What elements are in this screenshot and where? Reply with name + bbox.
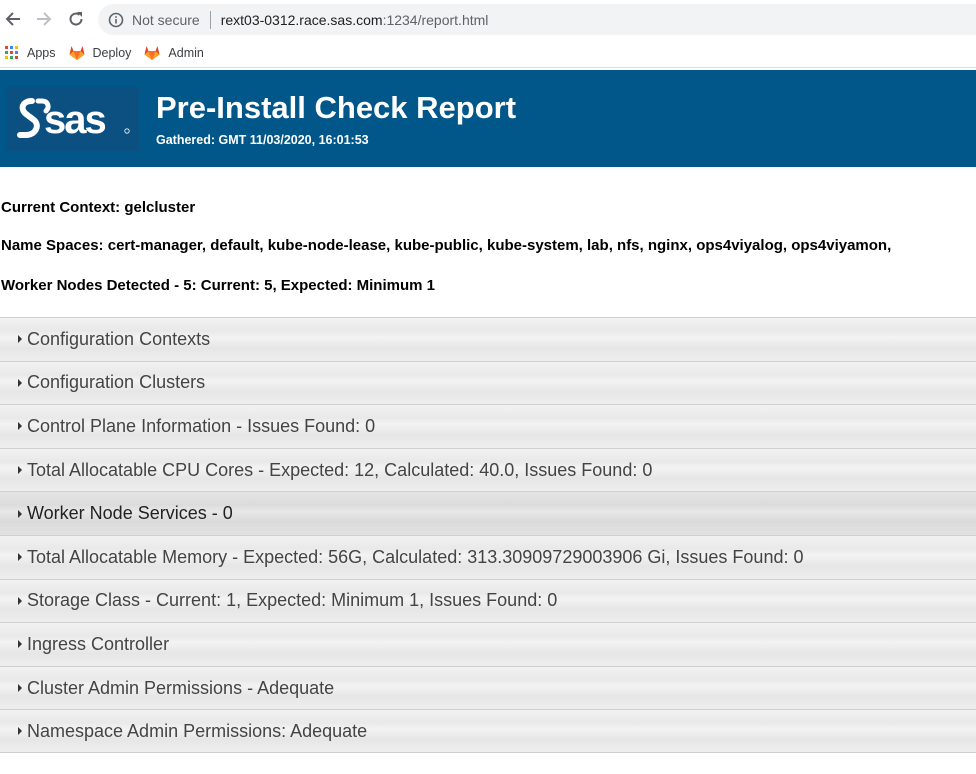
- reload-icon[interactable]: [65, 8, 87, 30]
- address-divider: [209, 10, 211, 29]
- section-label: Cluster Admin Permissions - Adequate: [27, 677, 335, 698]
- section-label: Worker Node Services - 0: [27, 503, 233, 524]
- section-label: Storage Class - Current: 1, Expected: Mi…: [27, 590, 558, 611]
- caret-right-icon: [18, 422, 22, 431]
- address-bar[interactable]: Not secure rext03-0312.race.sas.com :123…: [98, 4, 976, 35]
- section-storage-class[interactable]: Storage Class - Current: 1, Expected: Mi…: [0, 578, 976, 623]
- section-cluster-admin-permissions[interactable]: Cluster Admin Permissions - Adequate: [0, 665, 976, 710]
- caret-right-icon: [18, 466, 22, 475]
- bookmark-apps[interactable]: Apps: [5, 45, 56, 60]
- section-namespace-admin-permissions[interactable]: Namespace Admin Permissions: Adequate: [0, 709, 976, 753]
- browser-toolbar: Not secure rext03-0312.race.sas.com :123…: [0, 0, 976, 38]
- section-label: Ingress Controller: [27, 633, 170, 654]
- gitlab-icon: [144, 45, 160, 60]
- section-label: Configuration Clusters: [27, 372, 206, 393]
- report-sections: Configuration Contexts Configuration Clu…: [0, 317, 976, 753]
- section-configuration-contexts[interactable]: Configuration Contexts: [0, 317, 976, 361]
- namespaces: Name Spaces: cert-manager, default, kube…: [1, 237, 892, 254]
- bookmark-deploy[interactable]: Deploy: [69, 45, 132, 60]
- info-icon[interactable]: [108, 12, 124, 28]
- section-allocatable-memory[interactable]: Total Allocatable Memory - Expected: 56G…: [0, 534, 976, 579]
- gitlab-icon: [69, 45, 85, 60]
- section-control-plane[interactable]: Control Plane Information - Issues Found…: [0, 404, 976, 448]
- bookmark-label: Apps: [27, 45, 56, 60]
- page-title: Pre-Install Check Report: [156, 90, 517, 125]
- caret-right-icon: [18, 335, 22, 344]
- section-label: Total Allocatable Memory - Expected: 56G…: [27, 546, 804, 567]
- caret-right-icon: [18, 378, 22, 387]
- security-label: Not secure: [132, 11, 200, 28]
- url-path: :1234/report.html: [382, 11, 489, 28]
- gathered-timestamp: Gathered: GMT 11/03/2020, 16:01:53: [156, 133, 369, 147]
- report-banner: sas Pre-Install Check Report Gathered: G…: [0, 70, 976, 167]
- section-label: Total Allocatable CPU Cores - Expected: …: [27, 459, 653, 480]
- section-label: Control Plane Information - Issues Found…: [27, 415, 376, 436]
- sas-logo: sas: [7, 87, 139, 151]
- svg-text:sas: sas: [44, 98, 105, 142]
- bookmark-admin[interactable]: Admin: [144, 45, 204, 60]
- caret-right-icon: [18, 596, 22, 605]
- caret-right-icon: [18, 727, 22, 736]
- section-label: Configuration Contexts: [27, 328, 211, 349]
- back-arrow-icon[interactable]: [2, 8, 24, 30]
- url-host: rext03-0312.race.sas.com: [220, 11, 383, 28]
- sas-logo-graphic: sas: [17, 98, 130, 142]
- apps-grid-icon: [5, 45, 19, 60]
- current-context: Current Context: gelcluster: [1, 199, 196, 216]
- caret-right-icon: [18, 509, 22, 518]
- forward-arrow-icon[interactable]: [33, 8, 55, 30]
- section-configuration-clusters[interactable]: Configuration Clusters: [0, 360, 976, 405]
- section-ingress-controller[interactable]: Ingress Controller: [0, 622, 976, 666]
- caret-right-icon: [18, 553, 22, 562]
- section-label: Namespace Admin Permissions: Adequate: [27, 720, 368, 741]
- bookmarks-bar: Apps Deploy Admin: [0, 38, 976, 68]
- bookmark-label: Admin: [168, 45, 204, 60]
- worker-nodes: Worker Nodes Detected - 5: Current: 5, E…: [1, 277, 435, 294]
- caret-right-icon: [18, 684, 22, 693]
- section-worker-node-services[interactable]: Worker Node Services - 0: [0, 491, 976, 535]
- section-cpu-cores[interactable]: Total Allocatable CPU Cores - Expected: …: [0, 447, 976, 492]
- caret-right-icon: [18, 640, 22, 649]
- bookmark-label: Deploy: [92, 45, 132, 60]
